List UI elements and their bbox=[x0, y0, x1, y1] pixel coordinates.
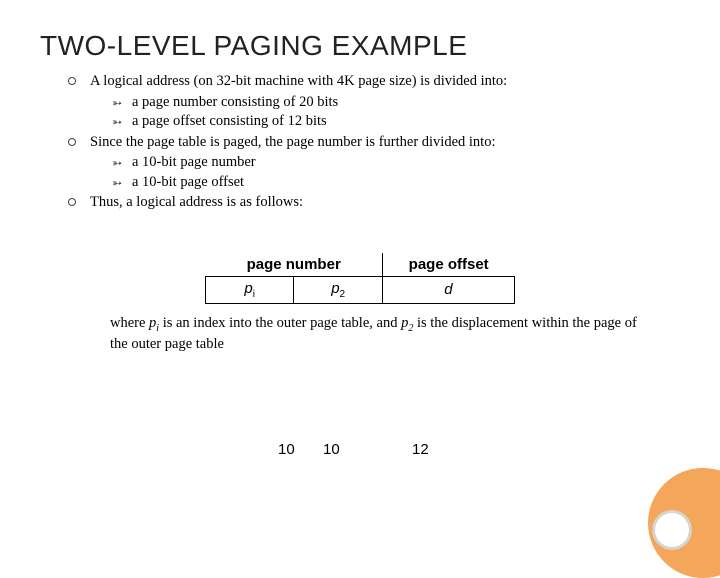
decor-circle-ring bbox=[652, 510, 692, 550]
bullet-1a-text: a page number consisting of 20 bits bbox=[132, 94, 338, 110]
cell-d: d bbox=[382, 276, 514, 303]
bullet-2a-text: a 10-bit page number bbox=[132, 154, 256, 170]
arrow-icon: ➳ bbox=[112, 114, 122, 130]
cell-p1-sub: i bbox=[253, 289, 255, 300]
bullet-3: Thus, a logical address is as follows: bbox=[68, 193, 680, 213]
cell-p2-sub: 2 bbox=[340, 289, 346, 300]
cell-p2-sym: p bbox=[331, 280, 339, 297]
bits-p2: 10 bbox=[323, 441, 340, 458]
bullet-list: A logical address (on 32-bit machine wit… bbox=[68, 72, 680, 213]
arrow-icon: ➳ bbox=[112, 95, 122, 111]
hdr-page-offset: page offset bbox=[382, 253, 514, 277]
bullet-2a: ➳ a 10-bit page number bbox=[112, 153, 680, 173]
slide-title: TWO-LEVEL PAGING EXAMPLE bbox=[40, 30, 680, 62]
cell-p1: pi bbox=[206, 276, 294, 303]
address-table: page number page offset pi p2 d bbox=[205, 253, 515, 304]
bullet-2b-text: a 10-bit page offset bbox=[132, 174, 244, 190]
caption-mid1: is an index into the outer page table, a… bbox=[159, 315, 401, 331]
hdr-page-number: page number bbox=[206, 253, 383, 277]
bullet-2: Since the page table is paged, the page … bbox=[68, 133, 680, 193]
bits-p1: 10 bbox=[278, 441, 295, 458]
bullet-1a: ➳ a page number consisting of 20 bits bbox=[112, 93, 680, 113]
cell-p2: p2 bbox=[294, 276, 382, 303]
address-table-wrap: page number page offset pi p2 d bbox=[205, 253, 515, 304]
caption: where pi is an index into the outer page… bbox=[110, 314, 640, 354]
caption-pre: where bbox=[110, 315, 149, 331]
arrow-icon: ➳ bbox=[112, 155, 122, 171]
content-area: A logical address (on 32-bit machine wit… bbox=[68, 72, 680, 213]
arrow-icon: ➳ bbox=[112, 175, 122, 191]
slide: TWO-LEVEL PAGING EXAMPLE A logical addre… bbox=[0, 0, 720, 540]
bullet-3-text: Thus, a logical address is as follows: bbox=[90, 194, 303, 210]
bullet-1: A logical address (on 32-bit machine wit… bbox=[68, 72, 680, 132]
bullet-1b: ➳ a page offset consisting of 12 bits bbox=[112, 112, 680, 132]
cell-p1-sym: p bbox=[244, 280, 252, 297]
bullet-2-text: Since the page table is paged, the page … bbox=[90, 134, 495, 150]
bullet-2b: ➳ a 10-bit page offset bbox=[112, 173, 680, 193]
bullet-1-text: A logical address (on 32-bit machine wit… bbox=[90, 73, 507, 89]
bullet-1b-text: a page offset consisting of 12 bits bbox=[132, 113, 327, 129]
bits-d: 12 bbox=[412, 441, 429, 458]
